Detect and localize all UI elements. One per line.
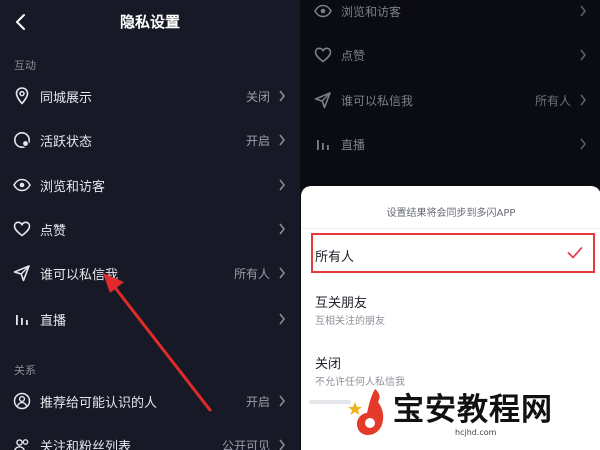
bg-row-live: 直播 <box>301 134 600 178</box>
row-label: 直播 <box>341 138 366 152</box>
divider <box>301 228 600 229</box>
chevron-right-icon <box>580 49 586 61</box>
chevron-right-icon <box>279 395 285 407</box>
setting-row-who-can-message[interactable]: 谁可以私信我 所有人 <box>0 251 300 295</box>
activity-status-icon <box>14 132 30 148</box>
setting-row-follow-list[interactable]: 关注和粉丝列表 公开可见 <box>0 423 300 450</box>
privacy-settings-panel: 隐私设置 互动 同城展示 关闭 活跃状态 开启 浏览和访客 点赞 谁可以私信我 … <box>0 0 300 450</box>
row-label: 活跃状态 <box>40 135 93 150</box>
row-value: 所有人 <box>534 94 571 108</box>
row-label: 谁可以私信我 <box>40 268 119 283</box>
option-description: 不允许任何人私信我 <box>315 377 405 388</box>
scroll-indicator <box>309 400 351 404</box>
chevron-right-icon <box>580 138 586 150</box>
row-label: 关注和粉丝列表 <box>40 440 132 450</box>
setting-row-recommend[interactable]: 推荐给可能认识的人 开启 <box>0 379 300 423</box>
option-off[interactable]: 关闭 不允许任何人私信我 <box>301 343 600 395</box>
row-label: 推荐给可能认识的人 <box>40 396 158 411</box>
location-pin-icon <box>15 87 29 105</box>
section-label-interaction: 互动 <box>14 59 36 72</box>
option-label: 关闭 <box>315 357 342 372</box>
live-bars-icon <box>317 140 329 150</box>
chevron-right-icon <box>279 90 285 102</box>
people-icon <box>14 439 29 450</box>
heart-icon <box>13 221 31 237</box>
bg-row-likes: 点赞 <box>301 45 600 89</box>
row-label: 浏览和访客 <box>40 180 106 195</box>
row-label: 同城展示 <box>40 91 93 106</box>
option-description: 互相关注的朋友 <box>315 316 385 327</box>
row-label: 直播 <box>40 314 67 329</box>
row-value: 关闭 <box>245 90 270 104</box>
header: 隐私设置 <box>0 0 300 44</box>
setting-row-live[interactable]: 直播 <box>0 297 300 341</box>
selection-highlight-box <box>311 233 595 273</box>
setting-row-active-status[interactable]: 活跃状态 开启 <box>0 118 300 162</box>
heart-icon <box>314 47 332 63</box>
row-label: 浏览和访客 <box>341 5 402 19</box>
row-value: 所有人 <box>233 267 270 281</box>
eye-icon <box>314 4 332 18</box>
setting-row-likes[interactable]: 点赞 <box>0 207 300 251</box>
section-label-relationship: 关系 <box>14 364 36 377</box>
chevron-right-icon <box>279 267 285 279</box>
setting-row-local-display[interactable]: 同城展示 关闭 <box>0 74 300 118</box>
row-value: 开启 <box>245 134 270 148</box>
bg-row-views-visitors: 浏览和访客 <box>301 1 600 45</box>
chevron-right-icon <box>279 313 285 325</box>
sync-hint: 设置结果将会同步到多闪APP <box>386 208 516 219</box>
paper-plane-icon <box>13 265 30 282</box>
chevron-right-icon <box>279 179 285 191</box>
page-title: 隐私设置 <box>119 13 180 31</box>
person-icon <box>13 392 31 410</box>
eye-icon <box>13 178 31 192</box>
chevron-right-icon <box>279 223 285 235</box>
chevron-right-icon <box>279 134 285 146</box>
row-label: 点赞 <box>40 224 67 239</box>
row-label: 点赞 <box>341 49 366 63</box>
chevron-right-icon <box>580 94 586 106</box>
option-sheet: 设置结果将会同步到多闪APP 所有人 互关朋友 互相关注的朋友 关闭 不允许任何… <box>301 186 600 450</box>
chevron-right-icon <box>279 439 285 450</box>
paper-plane-icon <box>314 92 331 109</box>
setting-row-views-visitors[interactable]: 浏览和访客 <box>0 163 300 207</box>
chevron-right-icon <box>580 5 586 17</box>
row-value: 开启 <box>245 395 270 409</box>
option-label: 互关朋友 <box>315 296 368 311</box>
row-label: 谁可以私信我 <box>341 94 414 108</box>
live-bars-icon <box>16 315 28 325</box>
row-value: 公开可见 <box>221 439 270 450</box>
bg-row-who-can-message: 谁可以私信我 所有人 <box>301 90 600 134</box>
option-mutual-friends[interactable]: 互关朋友 互相关注的朋友 <box>301 282 600 334</box>
message-permission-panel: 浏览和访客 点赞 谁可以私信我 所有人 直播 设置结果将会同步到多闪APP 所有… <box>300 0 600 450</box>
